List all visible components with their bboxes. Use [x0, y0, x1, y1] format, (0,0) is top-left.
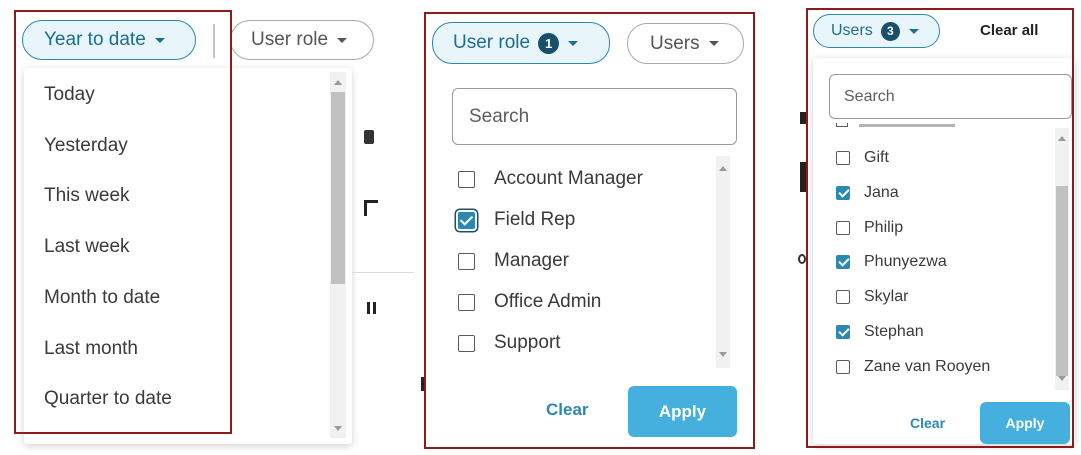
- chevron-down-icon: [568, 40, 579, 46]
- date-filter-label: Year to date: [44, 29, 146, 50]
- users-filter-button[interactable]: Users 3: [813, 14, 940, 48]
- date-option-item[interactable]: This week: [44, 185, 130, 207]
- users-filter-label: Users: [831, 22, 873, 39]
- checkbox-checked[interactable]: [836, 255, 850, 270]
- user-option-item[interactable]: Zane van Rooyen: [836, 358, 990, 376]
- dropdown-scrollbar[interactable]: [716, 156, 730, 368]
- chevron-down-icon: [154, 37, 165, 43]
- role-option-label: Support: [494, 332, 561, 353]
- user-role-dropdown: Account Manager Field Rep Manager Office Ad…: [432, 70, 754, 446]
- checkbox-checked[interactable]: [458, 211, 475, 229]
- checkbox[interactable]: [458, 252, 475, 270]
- user-option-item[interactable]: Stephan: [836, 323, 924, 341]
- scroll-down-arrow-icon[interactable]: [719, 352, 727, 357]
- scroll-down-arrow-icon[interactable]: [1058, 376, 1066, 381]
- chevron-down-icon: [908, 28, 919, 34]
- users-filter-button-collapsed[interactable]: Users: [627, 23, 744, 64]
- user-option-label: Stephan: [864, 323, 924, 340]
- clipped-list-item-label: [859, 124, 955, 127]
- clear-all-button[interactable]: Clear all: [980, 22, 1038, 39]
- date-range-dropdown: Today Yesterday This week Last week Month to…: [24, 68, 352, 444]
- checkbox-checked[interactable]: [836, 325, 850, 339]
- user-option-item[interactable]: Philip: [836, 219, 903, 237]
- user-role-filter-button-collapsed[interactable]: User role: [230, 20, 374, 60]
- date-filter-button[interactable]: Year to date: [22, 20, 196, 60]
- role-option-label: Field Rep: [494, 209, 576, 230]
- date-option-item[interactable]: Month to date: [44, 287, 160, 309]
- background-bullet: [798, 254, 806, 264]
- user-role-search-input[interactable]: [452, 88, 737, 145]
- background-bullet: [800, 112, 808, 124]
- chevron-down-icon: [337, 37, 348, 43]
- date-option-item[interactable]: Yesterday: [44, 135, 128, 157]
- user-role-clear-button[interactable]: Clear: [546, 400, 589, 420]
- background-bullet: [421, 377, 425, 391]
- user-option-label: Phunyezwa: [864, 253, 947, 271]
- role-option-label: Manager: [494, 250, 569, 271]
- checkbox[interactable]: [836, 220, 850, 235]
- user-option-item[interactable]: Skylar: [836, 288, 908, 306]
- users-filter-label: Users: [650, 32, 700, 54]
- checkbox-checked[interactable]: [836, 185, 850, 200]
- user-option-label: Philip: [864, 218, 904, 236]
- checkbox[interactable]: [458, 293, 475, 311]
- role-option-label: Account Manager: [494, 168, 643, 189]
- users-apply-button[interactable]: Apply: [980, 402, 1070, 444]
- date-option-item[interactable]: Last week: [44, 236, 130, 258]
- checkbox[interactable]: [836, 290, 850, 305]
- date-option-item[interactable]: Quarter to date: [44, 388, 172, 410]
- user-role-filter-button[interactable]: User role 1: [432, 22, 610, 64]
- users-search-input[interactable]: [829, 74, 1072, 119]
- background-bullet: [364, 130, 374, 144]
- date-option-item[interactable]: Today: [44, 84, 95, 106]
- scroll-up-arrow-icon[interactable]: [1058, 136, 1066, 141]
- background-divider: [352, 272, 414, 273]
- user-role-apply-button[interactable]: Apply: [628, 386, 737, 437]
- user-option-label: Jana: [864, 183, 899, 201]
- user-option-item[interactable]: Phunyezwa: [836, 253, 947, 271]
- role-option-label: Office Admin: [494, 291, 602, 312]
- users-count-badge: 3: [880, 21, 900, 41]
- checkbox[interactable]: [836, 359, 850, 374]
- role-option-item[interactable]: Field Rep: [458, 209, 575, 231]
- checkbox[interactable]: [458, 170, 475, 188]
- background-bullet: [367, 302, 376, 314]
- user-option-label: Zane van Rooyen: [864, 357, 991, 375]
- toolbar-divider: [213, 24, 215, 58]
- background-bullet: [800, 162, 806, 192]
- role-option-item[interactable]: Office Admin: [458, 291, 601, 313]
- scroll-up-arrow-icon[interactable]: [334, 80, 342, 85]
- role-option-item[interactable]: Account Manager: [458, 168, 643, 190]
- user-option-item[interactable]: Jana: [836, 184, 899, 202]
- scrollbar-thumb[interactable]: [331, 92, 345, 284]
- user-role-filter-label: User role: [453, 32, 531, 53]
- users-clear-button[interactable]: Clear: [910, 415, 945, 431]
- users-dropdown: Gift Jana Philip Phunyezwa Skylar Stephan Zane…: [813, 58, 1075, 444]
- scrollbar-thumb[interactable]: [1056, 186, 1068, 376]
- user-role-filter-label: User role: [251, 29, 329, 50]
- scroll-down-arrow-icon[interactable]: [334, 426, 342, 431]
- chevron-down-icon: [708, 41, 719, 46]
- role-option-item[interactable]: Support: [458, 332, 561, 354]
- checkbox[interactable]: [836, 151, 850, 165]
- background-bullet: [364, 200, 378, 216]
- user-option-item[interactable]: Gift: [836, 149, 889, 167]
- user-option-label: Skylar: [864, 288, 909, 306]
- scroll-up-arrow-icon[interactable]: [719, 166, 727, 171]
- user-role-count-badge: 1: [538, 32, 560, 54]
- date-option-item[interactable]: Last month: [44, 338, 138, 360]
- role-option-item[interactable]: Manager: [458, 250, 569, 272]
- user-option-label: Gift: [864, 149, 889, 166]
- clipped-list-item: [836, 123, 848, 127]
- checkbox[interactable]: [458, 334, 475, 352]
